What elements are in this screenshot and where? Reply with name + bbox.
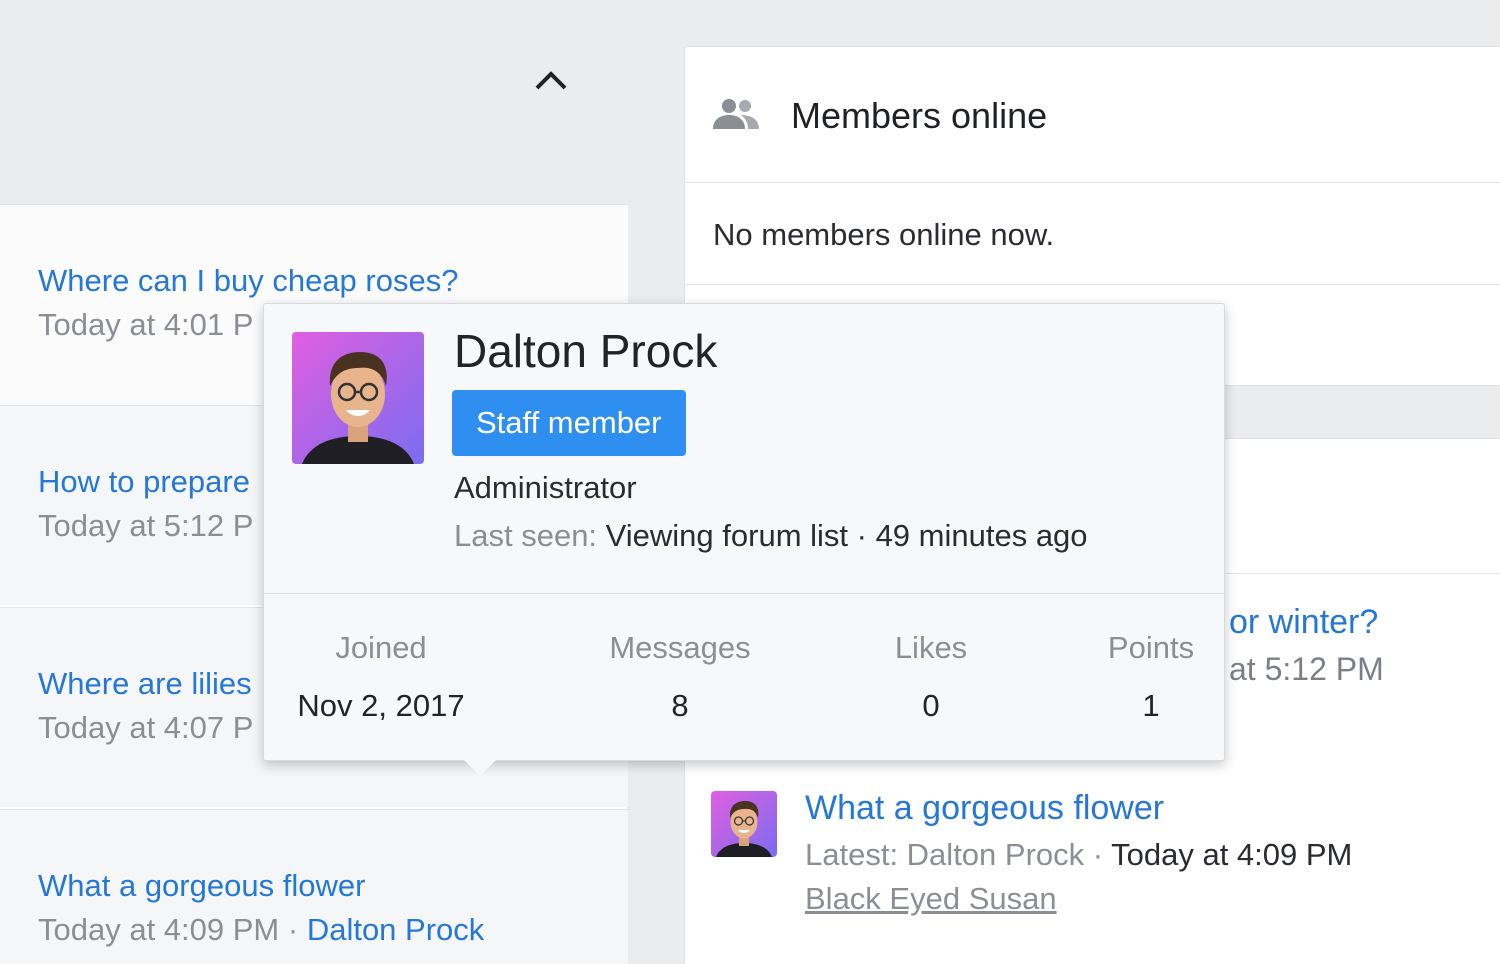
stat-label: Likes bbox=[894, 630, 968, 665]
forum-link[interactable]: Black Eyed Susan bbox=[805, 881, 1057, 917]
last-seen-value: Viewing forum list · 49 minutes ago bbox=[597, 518, 1088, 553]
avatar[interactable] bbox=[292, 332, 424, 464]
thread-title-link[interactable]: Where can I buy cheap roses? bbox=[38, 263, 458, 299]
latest-time: Today at 4:09 PM bbox=[1111, 837, 1353, 872]
members-online-body: No members online now. bbox=[685, 183, 1500, 285]
thread-title-link[interactable]: What a gorgeous flower bbox=[38, 868, 365, 904]
member-role: Administrator bbox=[454, 470, 637, 505]
last-seen-label: Last seen: bbox=[454, 518, 598, 553]
stat-label: Joined bbox=[335, 630, 427, 665]
avatar[interactable] bbox=[711, 791, 777, 857]
stat-label: Points bbox=[1107, 630, 1195, 665]
latest-thread-meta: at 5:12 PM bbox=[1229, 651, 1384, 687]
thread-meta: Today at 4:01 P bbox=[38, 307, 254, 342]
thread-time: Today at 4:09 PM · bbox=[38, 912, 307, 947]
thread-title-link[interactable]: How to prepare bbox=[38, 464, 250, 500]
latest-thread-title-link[interactable]: or winter? bbox=[1229, 603, 1378, 642]
thread-title-link[interactable]: Where are lilies bbox=[38, 666, 252, 702]
chevron-up-icon bbox=[535, 71, 567, 90]
stat-value: Nov 2, 2017 bbox=[297, 688, 465, 723]
stat-value: 8 bbox=[671, 688, 689, 723]
stat-value: 0 bbox=[922, 688, 940, 723]
staff-badge: Staff member bbox=[452, 390, 686, 456]
thread-meta: Today at 4:07 P bbox=[38, 710, 254, 745]
last-seen: Last seen: Viewing forum list · 49 minut… bbox=[454, 518, 1088, 554]
members-online-title: Members online bbox=[791, 95, 1048, 136]
list-item: What a gorgeous flower Today at 4:09 PM … bbox=[0, 809, 628, 964]
thread-author-link[interactable]: Dalton Prock bbox=[307, 912, 484, 947]
stat-messages[interactable]: Messages 8 bbox=[609, 630, 750, 724]
stat-value: 1 bbox=[1142, 688, 1160, 723]
member-name-link[interactable]: Dalton Prock bbox=[454, 324, 717, 378]
collapse-toggle-button[interactable] bbox=[528, 60, 574, 100]
thread-meta: Today at 5:12 P bbox=[38, 508, 254, 543]
member-tooltip: Dalton Prock Staff member Administrator … bbox=[263, 303, 1225, 761]
stat-points[interactable]: Points 1 bbox=[1108, 630, 1194, 724]
member-tooltip-header: Dalton Prock Staff member Administrator … bbox=[264, 304, 1224, 594]
latest-post-meta: Latest: Dalton Prock · Today at 4:09 PM bbox=[805, 837, 1352, 873]
latest-post-title-link[interactable]: What a gorgeous flower bbox=[805, 789, 1164, 828]
users-icon bbox=[711, 97, 761, 136]
latest-label: Latest: Dalton Prock · bbox=[805, 837, 1112, 872]
stat-joined: Joined Nov 2, 2017 bbox=[297, 630, 464, 724]
members-online-empty-text: No members online now. bbox=[713, 217, 1055, 252]
stat-likes[interactable]: Likes 0 bbox=[895, 630, 967, 724]
tooltip-arrow bbox=[454, 750, 506, 776]
thread-meta: Today at 4:09 PM · Dalton Prock bbox=[38, 912, 484, 948]
members-online-header: Members online bbox=[685, 47, 1500, 183]
stat-label: Messages bbox=[609, 630, 751, 665]
